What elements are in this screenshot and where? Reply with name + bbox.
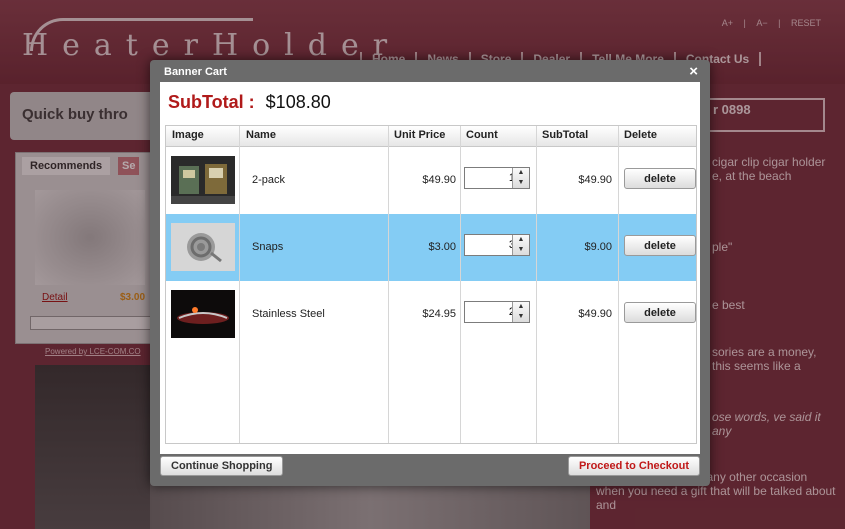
delete-button[interactable]: delete [624,168,696,189]
unit-price: $24.95 [422,308,456,320]
spin-down-icon[interactable]: ▼ [513,178,529,188]
spin-up-icon[interactable]: ▲ [513,235,529,245]
product-thumbnail[interactable] [171,156,235,204]
cart-table: Image Name Unit Price Count SubTotal Del… [165,125,697,444]
table-row[interactable]: 2-pack $49.90 ▲▼ $49.90 delete [166,147,696,214]
spin-down-icon[interactable]: ▼ [513,312,529,322]
subtotal: SubTotal : $108.80 [168,92,331,113]
unit-price: $49.90 [422,174,456,186]
spin-down-icon[interactable]: ▼ [513,245,529,255]
product-thumbnail[interactable] [171,290,235,338]
col-image[interactable]: Image [172,129,204,141]
row-subtotal: $49.90 [578,174,612,186]
col-delete[interactable]: Delete [624,129,657,141]
quantity-stepper[interactable]: ▲▼ [464,301,530,323]
row-subtotal: $9.00 [584,241,612,253]
spin-up-icon[interactable]: ▲ [513,168,529,178]
subtotal-label: SubTotal : [168,92,255,112]
product-name: 2-pack [252,174,286,186]
continue-shopping-button[interactable]: Continue Shopping [160,456,284,476]
col-count[interactable]: Count [466,129,498,141]
dialog-footer: Continue Shopping Proceed to Checkout [160,456,700,480]
product-thumbnail[interactable] [171,223,235,271]
column-divider [388,126,389,443]
column-divider [618,126,619,443]
table-row[interactable]: Stainless Steel $24.95 ▲▼ $49.90 delete [166,281,696,348]
column-divider [460,126,461,443]
spinner[interactable]: ▲ ▼ [512,235,529,255]
col-subtotal[interactable]: SubTotal [542,129,588,141]
column-divider [536,126,537,443]
spin-up-icon[interactable]: ▲ [513,302,529,312]
delete-button[interactable]: delete [624,302,696,323]
product-name: Snaps [252,241,284,253]
quantity-input[interactable] [465,235,517,255]
table-row[interactable]: Snaps $3.00 ▲▼ $9.00 delete [166,214,696,281]
delete-button[interactable]: delete [624,235,696,256]
dialog-title: Banner Cart [164,66,227,78]
spinner[interactable]: ▲ ▼ [512,168,529,188]
col-unit-price[interactable]: Unit Price [394,129,445,141]
subtotal-value: $108.80 [265,92,331,112]
spinner[interactable]: ▲ ▼ [512,302,529,322]
unit-price: $3.00 [428,241,456,253]
banner-cart-dialog: Banner Cart × SubTotal : $108.80 Image N… [150,60,710,486]
column-divider [239,126,240,443]
quantity-input[interactable] [465,168,517,188]
proceed-to-checkout-button[interactable]: Proceed to Checkout [567,456,700,476]
close-icon[interactable]: × [689,63,698,80]
row-subtotal: $49.90 [578,308,612,320]
quantity-stepper[interactable]: ▲▼ [464,167,530,189]
table-header: Image Name Unit Price Count SubTotal Del… [166,126,696,147]
col-name[interactable]: Name [246,129,276,141]
quantity-input[interactable] [465,302,517,322]
dialog-body: SubTotal : $108.80 Image Name Unit Price… [160,82,700,454]
product-name: Stainless Steel [252,308,325,320]
quantity-stepper[interactable]: ▲▼ [464,234,530,256]
